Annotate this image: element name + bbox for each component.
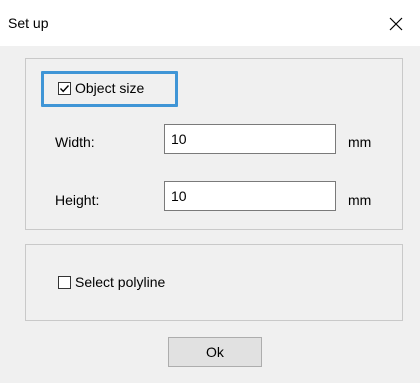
close-icon xyxy=(389,17,403,31)
close-button[interactable] xyxy=(380,10,412,38)
polyline-group: Select polyline xyxy=(25,244,403,321)
ok-button[interactable]: Ok xyxy=(168,337,262,367)
height-label: Height: xyxy=(55,192,100,208)
object-size-checkbox[interactable]: Object size xyxy=(58,80,144,96)
object-size-checkbox-box[interactable] xyxy=(58,81,71,95)
width-label: Width: xyxy=(55,134,95,150)
select-polyline-label: Select polyline xyxy=(75,274,166,290)
object-size-group: Object size Width: mm Height: mm xyxy=(25,58,403,230)
title-bar: Set up xyxy=(0,0,420,46)
height-input[interactable] xyxy=(164,181,336,211)
dialog-body: Object size Width: mm Height: mm Select … xyxy=(0,46,420,383)
dialog-title: Set up xyxy=(8,15,49,31)
select-polyline-checkbox[interactable]: Select polyline xyxy=(58,274,165,290)
height-unit: mm xyxy=(348,192,372,208)
checkmark-icon xyxy=(59,84,70,92)
select-polyline-checkbox-box[interactable] xyxy=(58,275,71,289)
width-input[interactable] xyxy=(164,124,336,154)
width-unit: mm xyxy=(348,134,372,150)
object-size-label: Object size xyxy=(75,80,145,96)
